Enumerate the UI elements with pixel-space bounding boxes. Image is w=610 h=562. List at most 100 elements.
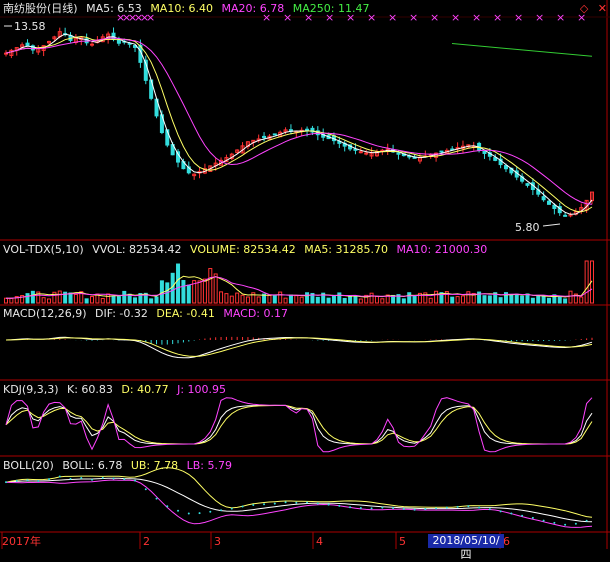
candle-body: [262, 135, 267, 139]
boll-price-dot: [402, 508, 405, 511]
volume-bar: [68, 292, 73, 304]
volume-bar: [149, 298, 154, 304]
boll-price-dot: [424, 508, 427, 511]
boll-price-dot: [306, 501, 309, 504]
volume-bar: [450, 296, 455, 304]
volume-bar: [176, 263, 181, 304]
volume-bar: [170, 272, 175, 304]
boll-price-dot: [134, 479, 137, 482]
kline-panel[interactable]: 13.585.80×××××× × × × × × × × × × × × × × × × ×: [4, 11, 594, 234]
event-marker: ×: [472, 11, 481, 24]
volume-bar: [181, 280, 186, 304]
boll-price-dot: [456, 505, 459, 508]
boll-price-dot: [392, 507, 395, 510]
volume-bar: [52, 291, 57, 304]
volume-bar: [4, 297, 8, 304]
boll-price-dot: [370, 507, 373, 510]
k-value: K: 60.83: [67, 383, 113, 396]
volume-bar: [546, 297, 551, 304]
volume-bar: [154, 296, 159, 304]
candle-body: [546, 200, 551, 205]
volume-bar: [224, 293, 229, 304]
low-price-arrow: [542, 223, 561, 227]
boll-price-dot: [144, 488, 147, 491]
vol-title: VOL-TDX(5,10): [3, 243, 84, 256]
boll-price-dot: [198, 512, 201, 515]
boll-panel[interactable]: [5, 467, 593, 528]
volume-bar: [563, 298, 568, 304]
event-marker: ×: [493, 11, 502, 24]
volume-bar: [133, 297, 138, 304]
boll-price-dot: [177, 509, 180, 512]
boll-price-dot: [359, 506, 362, 509]
boll-price-dot: [230, 507, 233, 510]
candle-body: [439, 150, 444, 153]
volume-bar: [57, 290, 62, 304]
boll-price-dot: [15, 479, 18, 482]
boll-price-dot: [499, 510, 502, 513]
volume-bar: [219, 291, 224, 304]
boll-price-dot: [510, 512, 513, 515]
volume-bar: [122, 290, 127, 304]
volume-bar: [514, 293, 519, 304]
volume-bar: [197, 280, 202, 304]
boll-price-dot: [155, 497, 158, 500]
boll-price-dot: [316, 502, 319, 505]
main-legend: 南纺股份(日线) MA5: 6.53 MA10: 6.40 MA20: 6.78…: [3, 2, 374, 16]
volume-bar: [116, 296, 121, 304]
candle-body: [563, 214, 568, 217]
boll-price-dot: [338, 504, 341, 507]
volume-bar: [407, 292, 412, 304]
dif-value: DIF: -0.32: [95, 307, 148, 320]
volume-bar: [482, 295, 487, 304]
candle-body: [364, 152, 369, 155]
stock-title: 南纺股份(日线): [3, 2, 78, 15]
kdj-panel[interactable]: [5, 397, 593, 453]
volume-bar: [251, 292, 256, 304]
volume-bar: [509, 293, 514, 304]
diamond-icon[interactable]: ◇: [580, 2, 588, 15]
kdj-legend: KDJ(9,3,3) K: 60.83 D: 40.77 J: 100.95: [3, 383, 231, 397]
event-marker: ×: [535, 11, 544, 24]
volume-bar: [428, 297, 433, 304]
boll-price-dot: [241, 505, 244, 508]
macd-legend: MACD(12,26,9) DIF: -0.32 DEA: -0.41 MACD…: [3, 307, 293, 321]
volume-bar: [294, 295, 299, 304]
d-value: D: 40.77: [121, 383, 169, 396]
candle-body: [525, 183, 530, 186]
close-icon[interactable]: ✕: [598, 2, 607, 15]
volume-bar: [106, 293, 111, 304]
volume-bar: [498, 297, 503, 304]
macd-panel[interactable]: [5, 336, 593, 359]
volume-bar: [455, 296, 460, 304]
volume-bar: [541, 295, 546, 304]
boll-price-dot: [80, 476, 83, 479]
boll-mid-line: [5, 477, 593, 523]
event-marker: ×: [388, 11, 397, 24]
dea-value: DEA: -0.41: [156, 307, 215, 320]
volume-panel[interactable]: [4, 260, 594, 304]
ma5-value: MA5: 6.53: [86, 2, 142, 15]
volume-bar: [245, 296, 250, 304]
boll-price-dot: [585, 519, 588, 522]
event-marker: ×: [451, 11, 460, 24]
ma20-line: [5, 37, 593, 205]
boll-price-dot: [252, 504, 255, 507]
window-controls[interactable]: ◇ ✕: [574, 2, 607, 15]
ub-value: UB: 7.78: [130, 459, 179, 472]
kdj-title: KDJ(9,3,3): [3, 383, 59, 396]
dif-line: [5, 336, 593, 359]
macd-title: MACD(12,26,9): [3, 307, 87, 320]
volume-bar: [342, 297, 347, 304]
volume-bar: [568, 290, 573, 304]
high-price-label: 13.58: [14, 20, 46, 33]
axis-label-3: 4: [316, 535, 323, 548]
boll-price-dot: [187, 512, 190, 515]
boll-price-dot: [478, 506, 481, 509]
boll-price-dot: [37, 479, 40, 482]
candle-body: [358, 151, 363, 154]
volume-bar: [278, 291, 283, 304]
volume-bar: [283, 297, 288, 304]
boll-price-dot: [58, 475, 61, 478]
boll-upper-line: [5, 467, 593, 518]
